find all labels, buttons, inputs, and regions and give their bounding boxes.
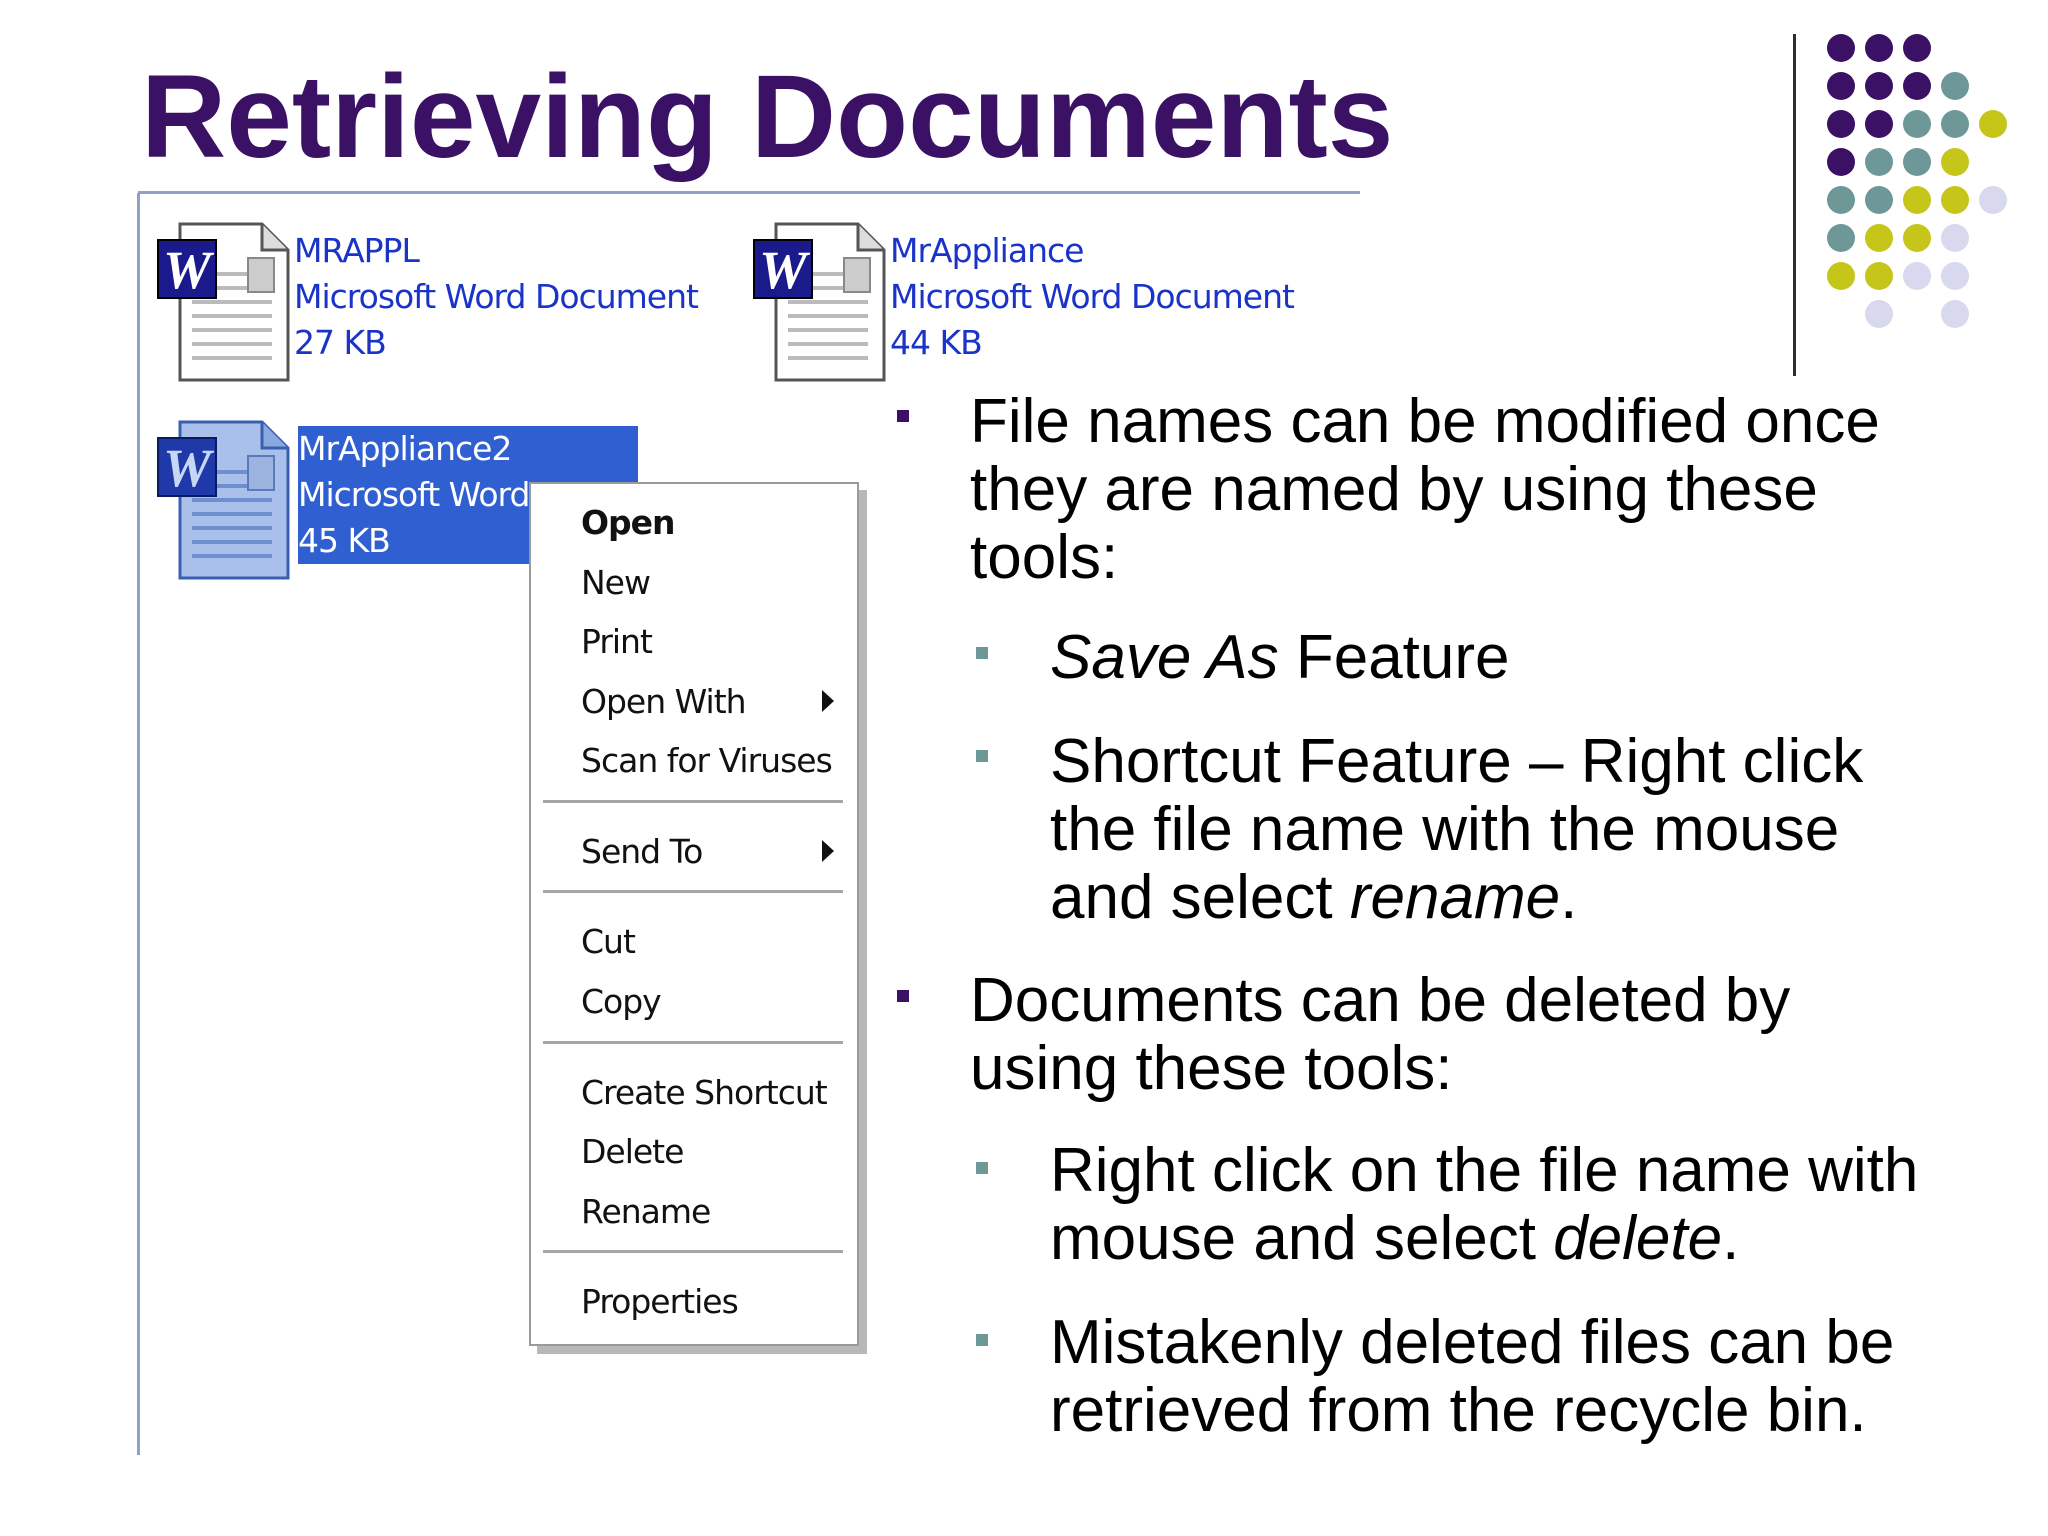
menu-item-open-with[interactable]: Open With — [581, 679, 747, 725]
dot — [1865, 110, 1893, 138]
svg-text:W: W — [759, 240, 811, 300]
file-size: 45 KB — [298, 518, 391, 564]
title-underline — [138, 191, 1360, 194]
bullet-1: File names can be modified once they are… — [970, 387, 1880, 592]
menu-item-create-shortcut[interactable]: Create Shortcut — [581, 1070, 828, 1116]
slide-title: Retrieving Documents — [141, 51, 1394, 183]
menu-item-rename[interactable]: Rename — [581, 1189, 711, 1235]
bullet-tail: . — [1722, 1204, 1740, 1273]
dot — [1827, 224, 1855, 252]
dot — [1865, 262, 1893, 290]
dot — [1827, 186, 1855, 214]
slide: Retrieving Documents W MRAPPL Microsoft … — [0, 0, 2048, 1536]
word-document-icon: W — [157, 222, 290, 382]
dot — [1865, 300, 1893, 328]
file-type: Microsoft Word Document — [890, 277, 1295, 316]
bullet-text: Feature — [1278, 623, 1510, 692]
dot — [1827, 262, 1855, 290]
menu-item-copy[interactable]: Copy — [581, 979, 662, 1025]
decorative-divider — [1793, 34, 1796, 376]
menu-item-properties[interactable]: Properties — [581, 1279, 739, 1325]
menu-separator — [543, 890, 843, 893]
dot — [1941, 110, 1969, 138]
dot — [1865, 186, 1893, 214]
bullet-1-2: Shortcut Feature – Right click the file … — [1050, 728, 1950, 932]
dot — [1979, 110, 2007, 138]
bullet-1-1: Save As Feature — [1050, 624, 1950, 692]
triangle-right-icon — [822, 690, 834, 712]
dot — [1979, 186, 2007, 214]
dot — [1941, 262, 1969, 290]
menu-item-cut[interactable]: Cut — [581, 919, 636, 965]
dot — [1827, 34, 1855, 62]
dot — [1903, 34, 1931, 62]
dot — [1903, 72, 1931, 100]
bullet-2-1: Right click on the file name with mouse … — [1050, 1137, 1970, 1273]
menu-separator — [543, 800, 843, 803]
menu-item-scan-for-viruses[interactable]: Scan for Viruses — [581, 738, 833, 784]
bullet-text: Right click on the file name with mouse … — [1050, 1136, 1919, 1273]
dot — [1903, 186, 1931, 214]
dot — [1941, 300, 1969, 328]
svg-text:W: W — [163, 438, 215, 498]
file-name: MrAppliance2 — [298, 426, 512, 472]
dot — [1941, 148, 1969, 176]
dot — [1903, 110, 1931, 138]
menu-item-open[interactable]: Open — [581, 500, 676, 546]
bullet-emphasis: rename — [1349, 863, 1561, 932]
dot — [1865, 34, 1893, 62]
dot — [1903, 262, 1931, 290]
menu-item-send-to[interactable]: Send To — [581, 829, 703, 875]
word-document-icon: W — [753, 222, 886, 382]
bullet-2: Documents can be deleted by using these … — [970, 966, 1791, 1103]
bullet-2-2: Mistakenly deleted files can be retrieve… — [1050, 1308, 1895, 1445]
bullet-marker — [897, 990, 909, 1002]
bullet-marker — [897, 410, 909, 422]
svg-text:W: W — [163, 240, 215, 300]
bullet-marker — [976, 1334, 988, 1346]
left-vertical-rule — [137, 193, 140, 1455]
menu-item-print[interactable]: Print — [581, 619, 653, 665]
menu-separator — [543, 1250, 843, 1253]
bullet-marker — [976, 647, 988, 659]
dot — [1941, 72, 1969, 100]
bullet-marker — [976, 750, 988, 762]
file-name: MRAPPL — [294, 231, 420, 270]
menu-item-new[interactable]: New — [581, 560, 651, 606]
file-size: 44 KB — [890, 323, 983, 362]
bullet-emphasis: Save As — [1050, 623, 1279, 692]
dot — [1827, 110, 1855, 138]
dot — [1865, 224, 1893, 252]
dot — [1903, 148, 1931, 176]
file-type: Microsoft Word Document — [294, 277, 699, 316]
dot — [1865, 148, 1893, 176]
word-document-icon: W — [157, 420, 290, 580]
dot — [1827, 148, 1855, 176]
bullet-emphasis: delete — [1553, 1204, 1723, 1273]
file-size: 27 KB — [294, 323, 387, 362]
dot — [1865, 72, 1893, 100]
dot — [1941, 224, 1969, 252]
dot — [1827, 72, 1855, 100]
dot — [1903, 224, 1931, 252]
menu-item-delete[interactable]: Delete — [581, 1129, 684, 1175]
menu-separator — [543, 1041, 843, 1044]
bullet-marker — [976, 1162, 988, 1174]
file-name: MrAppliance — [890, 231, 1084, 270]
context-menu: Open New Print Open With Scan for Viruse… — [529, 482, 859, 1346]
triangle-right-icon — [822, 840, 834, 862]
dot — [1941, 186, 1969, 214]
bullet-tail: . — [1560, 863, 1578, 932]
